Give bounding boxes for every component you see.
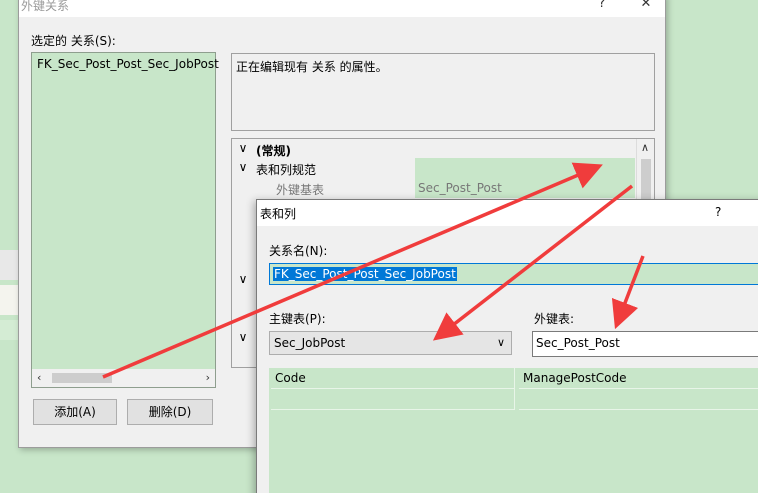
- property-value: Sec_Post_Post: [415, 178, 635, 198]
- relation-name-text: FK_Sec_Post_Post_Sec_JobPost: [273, 267, 457, 281]
- primary-key-table-label: 主键表(P):: [269, 312, 326, 326]
- scrollbar-thumb[interactable]: [52, 373, 112, 383]
- collapse-icon[interactable]: ∨: [236, 272, 250, 286]
- dialog-title-bar: 表和列 ?: [257, 200, 758, 226]
- property-value[interactable]: [415, 158, 635, 178]
- collapse-icon[interactable]: ∨: [236, 160, 250, 174]
- foreign-key-table-field: Sec_Post_Post: [532, 331, 758, 357]
- primary-column-cell[interactable]: Code: [271, 368, 515, 389]
- background-strip: [0, 250, 18, 280]
- primary-key-table-select[interactable]: Sec_JobPost ∨: [269, 331, 512, 355]
- relation-name-input[interactable]: FK_Sec_Post_Post_Sec_JobPost: [269, 263, 758, 285]
- property-name: 表和列规范: [256, 163, 317, 177]
- help-button[interactable]: ?: [715, 205, 721, 219]
- property-row-table-columns[interactable]: ∨ 表和列规范: [232, 158, 636, 178]
- background-strip: [0, 320, 18, 340]
- foreign-key-table-label: 外键表:: [534, 312, 575, 326]
- dialog-title: 外键关系: [21, 0, 70, 13]
- description-box: 正在编辑现有 关系 的属性。: [231, 53, 655, 131]
- scroll-right-icon[interactable]: ›: [206, 371, 210, 384]
- description-text: 正在编辑现有 关系 的属性。: [236, 60, 388, 74]
- help-button[interactable]: ?: [587, 0, 617, 15]
- column-mapping-grid[interactable]: Code ManagePostCode: [269, 368, 758, 493]
- collapse-icon[interactable]: ∨: [236, 141, 250, 155]
- background-strip: [0, 285, 18, 315]
- scroll-left-icon[interactable]: ‹: [37, 371, 41, 384]
- property-category-label: (常规): [256, 144, 291, 158]
- dialog-title-bar: 外键关系 ? ✕: [19, 0, 665, 17]
- scroll-up-icon[interactable]: ∧: [641, 141, 649, 154]
- tables-and-columns-dialog: 表和列 ? 关系名(N): FK_Sec_Post_Post_Sec_JobPo…: [256, 199, 758, 493]
- property-name: 外键基表: [276, 183, 325, 197]
- relation-list[interactable]: FK_Sec_Post_Post_Sec_JobPost ‹ ›: [31, 52, 219, 388]
- relation-list-item[interactable]: FK_Sec_Post_Post_Sec_JobPost: [37, 57, 219, 71]
- horizontal-scrollbar[interactable]: ‹ ›: [32, 369, 215, 387]
- empty-mapping-cell[interactable]: [519, 388, 758, 410]
- collapse-icon[interactable]: ∨: [236, 330, 250, 344]
- scrollbar-thumb[interactable]: [641, 159, 651, 199]
- empty-mapping-cell[interactable]: [271, 388, 515, 410]
- selected-relation-label: 选定的 关系(S):: [31, 34, 116, 48]
- add-button[interactable]: 添加(A): [33, 399, 117, 425]
- delete-button[interactable]: 删除(D): [127, 399, 213, 425]
- foreign-key-table-value: Sec_Post_Post: [536, 336, 620, 350]
- property-category-general[interactable]: ∨ (常规): [232, 139, 636, 159]
- property-row-foreign-base-table[interactable]: 外键基表 Sec_Post_Post: [232, 178, 636, 198]
- close-button[interactable]: ✕: [631, 0, 661, 15]
- chevron-down-icon: ∨: [496, 336, 505, 349]
- relation-name-label: 关系名(N):: [269, 244, 328, 258]
- foreign-column-cell[interactable]: ManagePostCode: [519, 368, 758, 389]
- dialog-title: 表和列: [260, 207, 297, 221]
- primary-key-table-value: Sec_JobPost: [274, 336, 346, 350]
